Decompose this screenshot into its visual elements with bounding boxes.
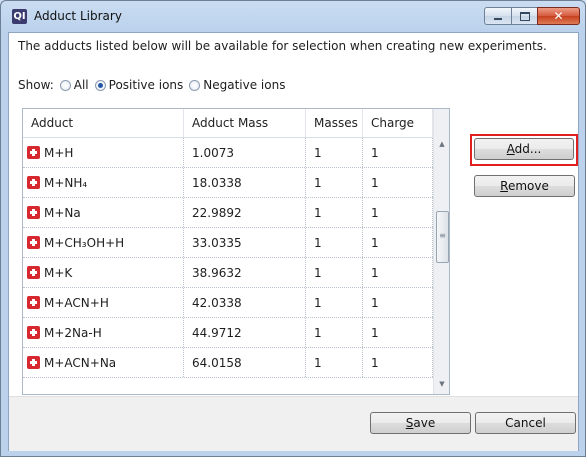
adduct-name: M+Na — [44, 206, 81, 220]
adduct-name: M+ACN+H — [44, 296, 109, 310]
table-row[interactable]: M+H 1.0073 1 1 — [23, 138, 433, 168]
remove-button[interactable]: Remove — [474, 175, 575, 197]
adduct-cell: M+Na — [23, 198, 184, 227]
plus-icon — [27, 296, 40, 309]
charge-cell: 1 — [363, 228, 433, 257]
add-button-label: dd... — [514, 142, 542, 156]
close-icon: ✕ — [553, 9, 564, 23]
radio-negative-ions[interactable] — [189, 79, 201, 91]
column-header-adduct-mass[interactable]: Adduct Mass — [184, 109, 306, 137]
charge-cell: 1 — [363, 168, 433, 197]
description-text: The adducts listed below will be availab… — [18, 39, 547, 53]
vertical-scrollbar[interactable]: ▲ ≡ ▼ — [433, 109, 449, 394]
charge-cell: 1 — [363, 138, 433, 167]
app-icon: QI — [12, 9, 27, 24]
plus-icon — [27, 236, 40, 249]
add-button[interactable]: Add... — [474, 138, 574, 160]
masses-cell: 1 — [306, 318, 363, 347]
scroll-thumb[interactable]: ≡ — [436, 211, 449, 263]
adduct-name: M+H — [44, 146, 74, 160]
adduct-name: M+NH₄ — [44, 176, 88, 190]
dialog-body: The adducts listed below will be availab… — [8, 32, 579, 451]
plus-icon — [27, 266, 40, 279]
masses-cell: 1 — [306, 288, 363, 317]
table-header: Adduct Adduct Mass Masses Charge — [23, 109, 433, 138]
column-header-charge[interactable]: Charge — [363, 109, 433, 137]
table-row[interactable]: M+K 38.9632 1 1 — [23, 258, 433, 288]
plus-icon — [27, 326, 40, 339]
remove-button-label: emove — [507, 179, 549, 193]
charge-cell: 1 — [363, 348, 433, 377]
adduct-mass-cell: 22.9892 — [184, 198, 306, 227]
table-row[interactable]: M+NH₄ 18.0338 1 1 — [23, 168, 433, 198]
adduct-mass-cell: 42.0338 — [184, 288, 306, 317]
add-button-highlight: Add... — [470, 134, 578, 166]
plus-icon — [27, 176, 40, 189]
radio-all-label[interactable]: All — [74, 78, 89, 92]
remove-button-accesskey: R — [500, 179, 508, 193]
adduct-mass-cell: 44.9712 — [184, 318, 306, 347]
radio-positive-ions-label[interactable]: Positive ions — [109, 78, 184, 92]
charge-cell: 1 — [363, 198, 433, 227]
show-filter: Show: All Positive ions Negative ions — [18, 77, 285, 93]
plus-icon — [27, 146, 40, 159]
table-row[interactable]: M+ACN+H 42.0338 1 1 — [23, 288, 433, 318]
save-button[interactable]: Save — [370, 412, 471, 434]
masses-cell: 1 — [306, 348, 363, 377]
masses-cell: 1 — [306, 198, 363, 227]
adduct-mass-cell: 38.9632 — [184, 258, 306, 287]
adduct-cell: M+NH₄ — [23, 168, 184, 197]
adduct-cell: M+ACN+Na — [23, 348, 184, 377]
maximize-button[interactable] — [511, 7, 538, 25]
radio-all[interactable] — [59, 79, 71, 91]
adduct-mass-cell: 18.0338 — [184, 168, 306, 197]
plus-icon — [27, 206, 40, 219]
table-row[interactable]: M+Na 22.9892 1 1 — [23, 198, 433, 228]
cancel-button[interactable]: Cancel — [475, 412, 576, 434]
adduct-name: M+K — [44, 266, 73, 280]
masses-cell: 1 — [306, 168, 363, 197]
maximize-icon — [519, 11, 530, 21]
grip-icon: ≡ — [439, 231, 446, 240]
adduct-name: M+CH₃OH+H — [44, 236, 125, 250]
close-button[interactable]: ✕ — [537, 7, 580, 25]
minimize-icon — [494, 18, 502, 20]
adduct-table: Adduct Adduct Mass Masses Charge M+H 1.0… — [22, 108, 450, 395]
adduct-mass-cell: 1.0073 — [184, 138, 306, 167]
adduct-mass-cell: 33.0335 — [184, 228, 306, 257]
title-bar[interactable]: QI Adduct Library ✕ — [1, 1, 585, 32]
table-body: M+H 1.0073 1 1 M+NH₄ 18.0338 1 1 M+Na 22… — [23, 138, 433, 378]
adduct-name: M+ACN+Na — [44, 356, 117, 370]
radio-positive-ions[interactable] — [94, 79, 106, 91]
masses-cell: 1 — [306, 138, 363, 167]
table-row[interactable]: M+2Na-H 44.9712 1 1 — [23, 318, 433, 348]
radio-negative-ions-label[interactable]: Negative ions — [203, 78, 285, 92]
charge-cell: 1 — [363, 288, 433, 317]
masses-cell: 1 — [306, 258, 363, 287]
adduct-cell: M+CH₃OH+H — [23, 228, 184, 257]
dialog-footer: Save Cancel — [9, 396, 578, 451]
save-button-label: ave — [413, 416, 436, 430]
adduct-cell: M+H — [23, 138, 184, 167]
adduct-cell: M+K — [23, 258, 184, 287]
adduct-cell: M+ACN+H — [23, 288, 184, 317]
table-row[interactable]: M+ACN+Na 64.0158 1 1 — [23, 348, 433, 378]
window-title: Adduct Library — [34, 9, 122, 23]
scroll-down-arrow-icon[interactable]: ▼ — [434, 377, 449, 391]
masses-cell: 1 — [306, 228, 363, 257]
plus-icon — [27, 356, 40, 369]
scroll-up-arrow-icon[interactable]: ▲ — [434, 137, 449, 151]
adduct-library-window: QI Adduct Library ✕ The adducts listed b… — [0, 0, 586, 457]
show-label: Show: — [18, 78, 54, 92]
charge-cell: 1 — [363, 258, 433, 287]
charge-cell: 1 — [363, 318, 433, 347]
column-header-adduct[interactable]: Adduct — [23, 109, 184, 137]
adduct-mass-cell: 64.0158 — [184, 348, 306, 377]
adduct-name: M+2Na-H — [44, 326, 102, 340]
table-row[interactable]: M+CH₃OH+H 33.0335 1 1 — [23, 228, 433, 258]
adduct-cell: M+2Na-H — [23, 318, 184, 347]
minimize-button[interactable] — [484, 7, 512, 25]
column-header-masses[interactable]: Masses — [306, 109, 363, 137]
add-button-accesskey: A — [506, 142, 515, 156]
